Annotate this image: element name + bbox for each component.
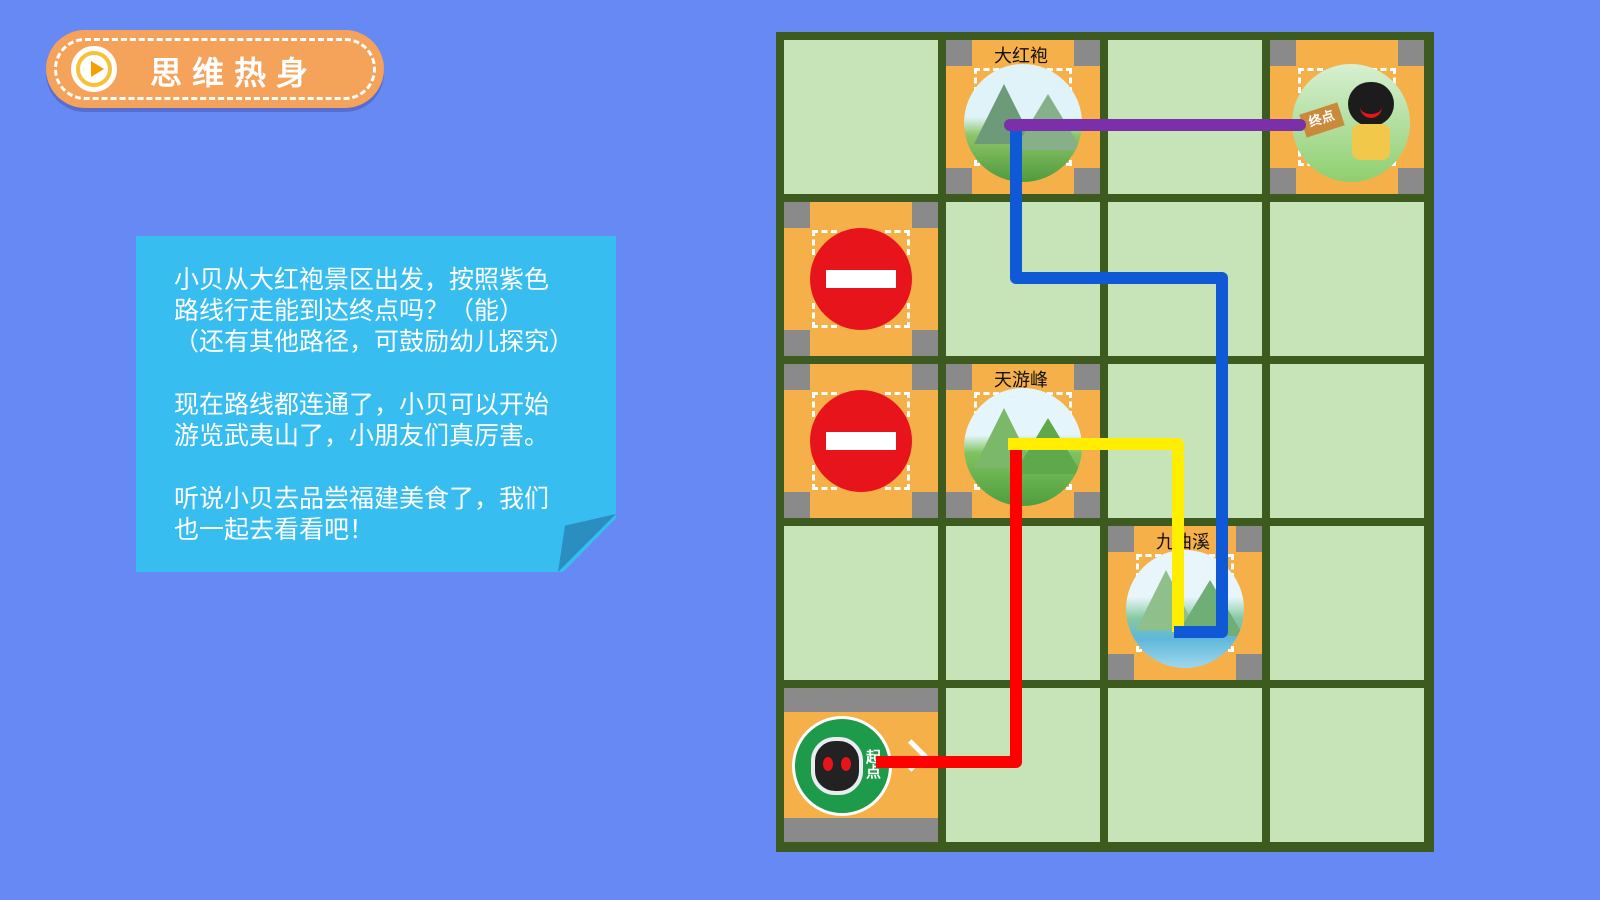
play-icon — [76, 51, 112, 87]
header-title: 思维热身 — [150, 54, 319, 92]
route-red — [876, 444, 1022, 768]
note-line: 听说小贝去品尝福建美食了，我们 — [174, 484, 550, 513]
note-line: （还有其他路径，可鼓励幼儿探究） — [174, 327, 575, 356]
note-paragraph: 现在路线都连通了，小贝可以开始 游览武夷山了，小朋友们真厉害。 — [174, 389, 594, 451]
note-line: 游览武夷山了，小朋友们真厉害。 — [174, 421, 550, 450]
note-paragraph: 听说小贝去品尝福建美食了，我们 也一起去看看吧！ — [174, 483, 594, 545]
note-paragraph: 小贝从大红袍景区出发，按照紫色 路线行走能到达终点吗？（能） （还有其他路径，可… — [174, 264, 594, 357]
play-button[interactable] — [68, 43, 120, 95]
routes-overlay — [876, 119, 1306, 768]
note-line: 现在路线都连通了，小贝可以开始 — [174, 390, 550, 419]
note-line: 也一起去看看吧！ — [174, 515, 375, 544]
route-blue — [1010, 122, 1228, 638]
note-line: 小贝从大红袍景区出发，按照紫色 — [174, 265, 550, 294]
note-text: 小贝从大红袍景区出发，按照紫色 路线行走能到达终点吗？（能） （还有其他路径，可… — [174, 264, 594, 577]
section-header: 思维热身 — [46, 30, 384, 108]
route-yellow — [1008, 438, 1184, 632]
note-line: 路线行走能到达终点吗？（能） — [174, 296, 525, 325]
play-triangle-icon — [91, 61, 104, 77]
